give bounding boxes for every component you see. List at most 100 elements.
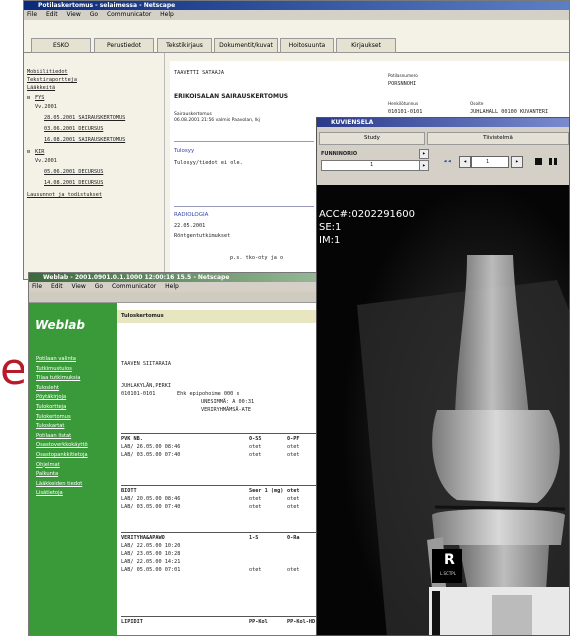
menu-communicator[interactable]: Communicator [112, 283, 156, 290]
tab-esko[interactable]: ESKO [31, 38, 91, 53]
weblab-nav-item[interactable]: Osastoverkkokäyttö [36, 441, 88, 451]
tree-expander-fys[interactable]: ⊟ [27, 95, 30, 101]
weblab-sidebar: Weblab Potilaan valinta Tutkimustulos Tila… [29, 303, 117, 635]
lab-col-header: 0-Ra [287, 535, 300, 541]
document-meta-label: Sairauskertomus [174, 112, 212, 117]
tab-perustiedot[interactable]: Perustiedot [94, 38, 154, 53]
tree-item[interactable]: 05.06.2001 DECURSUS [44, 169, 103, 175]
weblab-nav-item[interactable]: Lisätietoja [36, 489, 88, 499]
tab-study[interactable]: Study [319, 132, 425, 145]
weblab-nav-item[interactable]: Tuloskartat [36, 422, 88, 432]
radiology-date: 22.05.2001 [174, 223, 206, 229]
weblab-nav-item[interactable]: Lääkkeiden tiedot [36, 480, 88, 490]
weblab-content: Tuloskertomus TAAVEN SIITARAIA JUHLAKYLÄ… [117, 303, 333, 635]
weblab-nav-item[interactable]: Tulokortteja [36, 403, 88, 413]
weblab-nav-item[interactable]: Potilaan listat [36, 432, 88, 442]
weblab-nav-item[interactable]: Osastopankkitietoja [36, 451, 88, 461]
weblab-nav-item[interactable]: Tulokertomus [36, 413, 88, 423]
tree-link-tekstiraportit[interactable]: Tekstiraportteja [27, 77, 77, 83]
menu-help[interactable]: Help [160, 11, 174, 18]
xray-stop-icon[interactable] [535, 158, 542, 165]
menu-communicator[interactable]: Communicator [107, 11, 151, 18]
weblab-logo: Weblab [35, 318, 85, 332]
lab-table-rule [121, 616, 331, 617]
xray-prev-button[interactable]: ◂ [459, 156, 471, 168]
weblab-nav-item[interactable]: Ohjelmat [36, 461, 88, 471]
tab-hoitosuunta[interactable]: Hoitosuunta [280, 38, 334, 53]
xray-scroll-arrow[interactable]: ▸ [419, 160, 429, 171]
lab-cell: otet [249, 567, 262, 573]
menu-file[interactable]: File [32, 283, 42, 290]
lab-table-name: LIPIDIT [121, 619, 143, 625]
tree-link-lausunnot[interactable]: Lausunnot ja todistukset [27, 192, 102, 198]
lab-table-rule [121, 532, 331, 533]
lab-cell: otet [287, 567, 300, 573]
lab-cell: LAB/ 22.05.00 10:20 [121, 543, 181, 549]
lab-cell: otet [249, 504, 262, 510]
section-title-tulosyy: Tulosyy [174, 148, 195, 154]
lab-cell: otet [287, 444, 300, 450]
menu-edit[interactable]: Edit [46, 11, 58, 18]
window-titlebar: Potilaskertomus - selaimessa - Netscape [24, 1, 569, 10]
tree-item[interactable]: 03.06.2001 DECURSUS [44, 126, 103, 132]
xray-next-button[interactable]: ▸ [511, 156, 523, 168]
menu-go[interactable]: Go [90, 11, 98, 18]
tab-tiivistelma[interactable]: Tiivistelmä [427, 132, 569, 145]
lab-cell: otet [287, 504, 300, 510]
tree-year-fys: Vv.2001 [35, 104, 57, 110]
menu-edit[interactable]: Edit [51, 283, 63, 290]
watermark-letter: e [0, 348, 24, 392]
tree-item[interactable]: 14.08.2001 DECURSUS [44, 180, 103, 186]
tree-group-kir[interactable]: KIR [35, 149, 44, 155]
lab-col-header: 0-S5 [249, 436, 262, 442]
menu-view[interactable]: View [72, 283, 86, 290]
xray-select-value: 1 [370, 162, 374, 168]
menu-view[interactable]: View [67, 11, 81, 18]
lab-table-rule [121, 433, 331, 434]
lab-cell: otet [249, 496, 262, 502]
weblab-nav-item[interactable]: Potilaan valinta [36, 355, 88, 365]
menu-go[interactable]: Go [95, 283, 103, 290]
radiology-note: p.s. tko-oty ja o [230, 255, 284, 261]
tree-item[interactable]: 28.05.2001 SAIRAUSKERTOMUS [44, 115, 125, 121]
xray-series-field[interactable]: 1 [471, 156, 509, 168]
info-label: Potilasnumero [388, 73, 418, 78]
lab-table-rule [121, 485, 331, 486]
weblab-toolbar-strip [29, 292, 333, 303]
xray-select[interactable]: 1 [321, 160, 427, 171]
lab-table-name: VERITYHA&APAWO [121, 535, 165, 541]
tree-year-kir: Vv.2001 [35, 158, 57, 164]
tab-tekstikirjaus[interactable]: Tekstikirjaus [157, 38, 212, 53]
menu-help[interactable]: Help [165, 283, 179, 290]
xray-pause-icon[interactable] [549, 158, 557, 165]
tree-item[interactable]: 16.08.2001 SAIRAUSKERTOMUS [44, 137, 125, 143]
lab-cell: otet [287, 452, 300, 458]
lab-result-tables: PVK NB. 0-S5 0-PF LAB/ 26.05.00 08:46 otet ot… [117, 303, 333, 635]
xray-titlebar: KUVIENSELA [317, 118, 569, 127]
lab-cell: otet [249, 452, 262, 458]
tab-dokumentit[interactable]: Dokumentit/kuvat [214, 38, 278, 53]
tree-link-laakkeet[interactable]: Lääkkeitä [27, 85, 55, 91]
xray-nav-icon[interactable]: ◂◂ [443, 157, 451, 165]
weblab-nav-item[interactable]: Palkunta [36, 470, 88, 480]
weblab-window: Weblab - 2001.0901.0.1.1000 12:00:16 15.… [28, 272, 334, 636]
menu-bar: File Edit View Go Communicator Help [24, 10, 569, 20]
xray-series-value: 1 [486, 159, 490, 165]
weblab-nav-item[interactable]: Tilaa tutkimuksia [36, 374, 88, 384]
section-divider [174, 141, 314, 142]
weblab-nav-item[interactable]: Pöytäkirjoja [36, 393, 88, 403]
xray-image[interactable]: ACC#:0202291600 SE:1 IM:1 R L.SCTPL [317, 185, 569, 635]
info-label: Henkilötunnus [388, 101, 419, 106]
tree-expander-kir[interactable]: ⊟ [27, 149, 30, 155]
tree-link-mobiili[interactable]: Mobiilitiedot [27, 69, 68, 75]
weblab-nav-item[interactable]: Tulosleht [36, 384, 88, 394]
tree-group-fys[interactable]: FYS [35, 95, 44, 101]
weblab-titlebar: Weblab - 2001.0901.0.1.1000 12:00:16 15.… [29, 273, 333, 282]
lab-cell: otet [287, 496, 300, 502]
document-heading: ERIKOISALAN SAIRAUSKERTOMUS [174, 93, 289, 100]
tab-kirjaukset[interactable]: Kirjaukset [336, 38, 396, 53]
weblab-nav-item[interactable]: Tutkimustulos [36, 365, 88, 375]
xray-select-arrow[interactable]: ▸ [419, 149, 429, 159]
menu-file[interactable]: File [27, 11, 37, 18]
lab-col-header: 1-S [249, 535, 259, 541]
